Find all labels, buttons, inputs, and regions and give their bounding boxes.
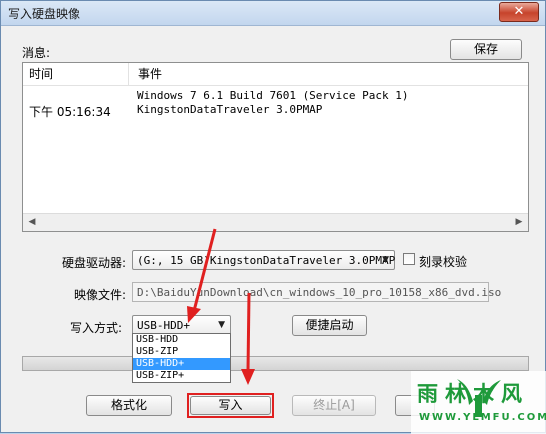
- annotation-arrow-2: [246, 292, 251, 372]
- site-watermark: 雨林木风 WWW.YLMFU.COM: [411, 371, 546, 434]
- annotation-arrows: [187, 228, 255, 385]
- watermark-url: WWW.YLMFU.COM: [419, 412, 546, 423]
- annotation-arrowhead-1: [187, 306, 201, 323]
- annotation-arrow-1: [192, 228, 217, 312]
- watermark-brand: 雨林木风: [417, 382, 529, 406]
- annotation-arrowhead-2: [241, 369, 255, 385]
- write-disk-image-dialog: 写入硬盘映像 ✕ 消息: 保存 时间 事件 下午 05:16:34 Window…: [0, 0, 546, 434]
